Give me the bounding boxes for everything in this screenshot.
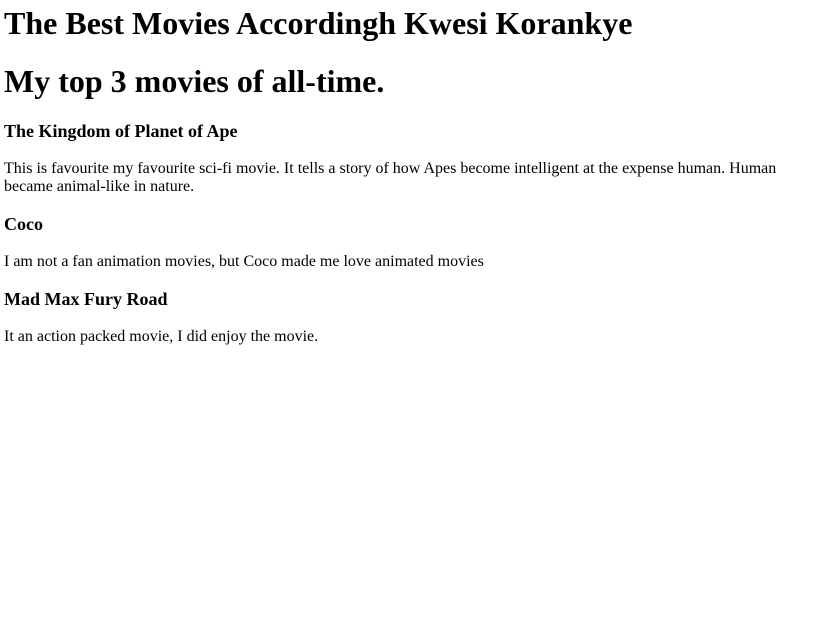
movie-description: This is favourite my favourite sci-fi mo… [4, 160, 777, 195]
movie-item: Coco I am not a fan animation movies, bu… [4, 214, 829, 271]
movie-title: The Kingdom of Planet of Ape [4, 121, 238, 141]
movie-item: Mad Max Fury Road It an action packed mo… [4, 289, 829, 346]
movie-title: Mad Max Fury Road [4, 289, 168, 309]
movie-title: Coco [4, 214, 43, 234]
page-content: The Best Movies Accordingh Kwesi Koranky… [0, 5, 833, 346]
page-subtitle: My top 3 movies of all-time. [4, 63, 385, 99]
movie-description: It an action packed movie, I did enjoy t… [4, 328, 319, 345]
movie-description: I am not a fan animation movies, but Coc… [4, 253, 484, 270]
movie-item: The Kingdom of Planet of Ape This is fav… [4, 121, 829, 196]
page-title: The Best Movies Accordingh Kwesi Koranky… [4, 5, 633, 41]
